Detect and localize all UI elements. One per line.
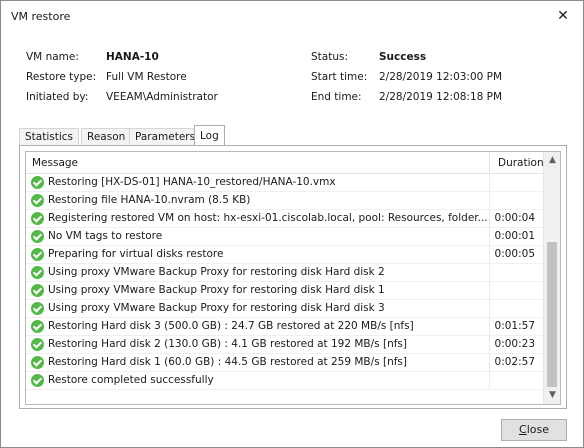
log-grid-header: Message Duration [26, 152, 560, 174]
log-duration: 0:00:01 [494, 230, 535, 242]
log-grid[interactable]: Message Duration Restoring [HX-DS-01] HA… [25, 151, 561, 405]
log-message: Restoring Hard disk 1 (60.0 GB) : 44.5 G… [48, 356, 407, 368]
log-row[interactable]: Using proxy VMware Backup Proxy for rest… [26, 300, 543, 318]
log-message: Using proxy VMware Backup Proxy for rest… [48, 266, 385, 278]
start-time-value: 2/28/2019 12:03:00 PM [379, 71, 503, 83]
log-panel: Message Duration Restoring [HX-DS-01] HA… [19, 145, 567, 409]
scroll-up-icon[interactable]: ▲ [544, 152, 560, 169]
row-divider [489, 192, 490, 210]
log-row[interactable]: Restoring file HANA-10.nvram (8.5 KB) [26, 192, 543, 210]
vertical-scrollbar[interactable]: ▲ ▼ [543, 152, 560, 404]
end-time-value: 2/28/2019 12:08:18 PM [379, 91, 503, 103]
row-divider [489, 210, 490, 228]
log-row[interactable]: Restoring Hard disk 3 (500.0 GB) : 24.7 … [26, 318, 543, 336]
scroll-thumb[interactable] [547, 242, 557, 387]
log-message: Using proxy VMware Backup Proxy for rest… [48, 284, 385, 296]
log-message: Restoring Hard disk 2 (130.0 GB) : 4.1 G… [48, 338, 407, 350]
success-check-icon [31, 230, 44, 243]
success-check-icon [31, 338, 44, 351]
tab-log[interactable]: Log [194, 125, 225, 146]
column-header-message[interactable]: Message [32, 157, 78, 169]
log-duration: 0:01:57 [494, 320, 535, 332]
column-header-duration[interactable]: Duration [498, 157, 544, 169]
scroll-down-icon[interactable]: ▼ [544, 387, 560, 404]
log-message: Restoring [HX-DS-01] HANA-10_restored/HA… [48, 176, 336, 188]
restore-type-value: Full VM Restore [106, 71, 187, 83]
row-divider [489, 336, 490, 354]
title-bar: VM restore ✕ [1, 1, 583, 31]
initiated-by-label: Initiated by: [26, 91, 89, 103]
window-title: VM restore [11, 10, 71, 23]
success-check-icon [31, 212, 44, 225]
log-row[interactable]: Restoring Hard disk 1 (60.0 GB) : 44.5 G… [26, 354, 543, 372]
row-divider [489, 246, 490, 264]
log-message: Using proxy VMware Backup Proxy for rest… [48, 302, 385, 314]
success-check-icon [31, 356, 44, 369]
row-divider [489, 318, 490, 336]
log-row[interactable]: Restore completed successfully [26, 372, 543, 390]
column-divider[interactable] [489, 152, 490, 174]
row-divider [489, 354, 490, 372]
success-check-icon [31, 176, 44, 189]
row-divider [489, 300, 490, 318]
row-divider [489, 282, 490, 300]
initiated-by-value: VEEAM\Administrator [106, 91, 218, 103]
row-divider [489, 228, 490, 246]
log-row[interactable]: No VM tags to restore 0:00:01 [26, 228, 543, 246]
log-row[interactable]: Using proxy VMware Backup Proxy for rest… [26, 264, 543, 282]
close-button-accesskey: C [519, 423, 527, 436]
restore-type-label: Restore type: [26, 71, 97, 83]
row-divider [489, 372, 490, 390]
end-time-label: End time: [311, 91, 362, 103]
log-message: Restoring file HANA-10.nvram (8.5 KB) [48, 194, 251, 206]
vm-restore-dialog: VM restore ✕ VM name: HANA-10 Status: Su… [0, 0, 584, 448]
log-message: No VM tags to restore [48, 230, 163, 242]
close-button-label: lose [526, 423, 549, 436]
log-duration: 0:02:57 [494, 356, 535, 368]
status-value: Success [379, 51, 427, 63]
start-time-label: Start time: [311, 71, 368, 83]
log-row[interactable]: Restoring [HX-DS-01] HANA-10_restored/HA… [26, 174, 543, 192]
log-row[interactable]: Registering restored VM on host: hx-esxi… [26, 210, 543, 228]
tab-reason[interactable]: Reason [81, 128, 132, 146]
log-rows: Restoring [HX-DS-01] HANA-10_restored/HA… [26, 174, 543, 390]
log-message: Restore completed successfully [48, 374, 214, 386]
vm-name-value: HANA-10 [106, 51, 159, 63]
log-message: Restoring Hard disk 3 (500.0 GB) : 24.7 … [48, 320, 414, 332]
log-duration: 0:00:05 [494, 248, 535, 260]
row-divider [489, 264, 490, 282]
tab-statistics[interactable]: Statistics [19, 128, 79, 146]
success-check-icon [31, 302, 44, 315]
success-check-icon [31, 374, 44, 387]
success-check-icon [31, 266, 44, 279]
close-icon[interactable]: ✕ [543, 1, 583, 31]
log-message: Preparing for virtual disks restore [48, 248, 224, 260]
success-check-icon [31, 320, 44, 333]
vm-name-label: VM name: [26, 51, 79, 63]
row-divider [489, 174, 490, 192]
log-duration: 0:00:23 [494, 338, 535, 350]
close-button[interactable]: Close [501, 419, 567, 441]
log-message: Registering restored VM on host: hx-esxi… [48, 212, 488, 224]
log-duration: 0:00:04 [494, 212, 535, 224]
log-row[interactable]: Restoring Hard disk 2 (130.0 GB) : 4.1 G… [26, 336, 543, 354]
success-check-icon [31, 194, 44, 207]
success-check-icon [31, 248, 44, 261]
log-row[interactable]: Preparing for virtual disks restore 0:00:… [26, 246, 543, 264]
status-label: Status: [311, 51, 348, 63]
success-check-icon [31, 284, 44, 297]
log-row[interactable]: Using proxy VMware Backup Proxy for rest… [26, 282, 543, 300]
tab-parameters[interactable]: Parameters [129, 128, 202, 146]
